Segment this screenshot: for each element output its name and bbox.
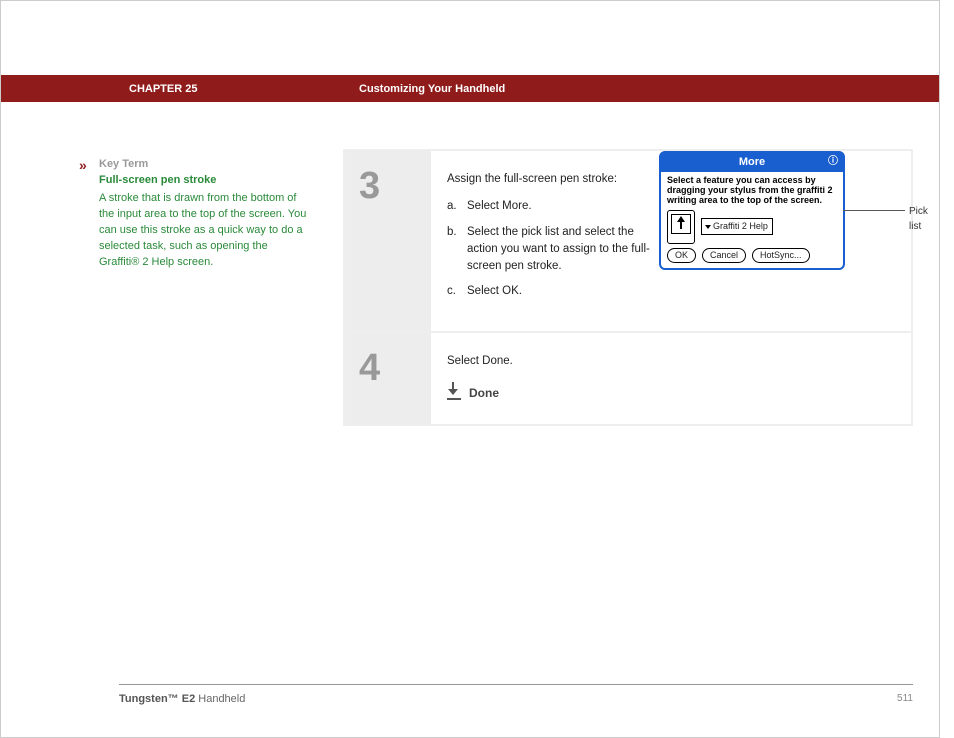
more-dialog: More ⓘ Select a feature you can access b…: [659, 151, 845, 270]
key-term-label: Key Term: [99, 158, 148, 170]
page-footer: Tungsten™ E2 Handheld 511: [119, 693, 913, 705]
dialog-middle-row: Graffiti 2 Help: [667, 210, 837, 244]
callout-line: [843, 210, 905, 211]
done-row: Done: [447, 384, 895, 402]
substep-text: Select the pick list and select the acti…: [467, 224, 657, 276]
substep-marker: b.: [447, 224, 467, 276]
footer-divider: [119, 684, 913, 685]
step-intro: Select Done.: [447, 353, 895, 370]
pen-stroke-picklist[interactable]: Graffiti 2 Help: [701, 218, 773, 236]
substep-text: Select More.: [467, 198, 657, 215]
product-name: Tungsten™ E2 Handheld: [119, 693, 245, 705]
cancel-button[interactable]: Cancel: [702, 248, 746, 264]
substep-marker: c.: [447, 283, 467, 300]
key-term-sidebar: » Key Term Full-screen pen stroke A stro…: [99, 157, 309, 271]
dialog-titlebar: More ⓘ: [661, 153, 843, 172]
step-4: 4 Select Done. Done: [345, 333, 911, 424]
substep-c: c. Select OK.: [447, 283, 895, 300]
step-body: Assign the full-screen pen stroke: a. Se…: [431, 151, 911, 331]
done-arrow-icon: [447, 386, 461, 400]
ok-button[interactable]: OK: [667, 248, 696, 264]
dialog-instruction: Select a feature you can access by dragg…: [667, 175, 837, 206]
steps-container: 3 Assign the full-screen pen stroke: a. …: [343, 149, 913, 426]
dropdown-icon: [705, 225, 711, 229]
chapter-header: CHAPTER 25 Customizing Your Handheld: [1, 75, 939, 102]
product-rest: Handheld: [195, 693, 245, 705]
arrow-up-icon: [677, 216, 685, 222]
info-icon[interactable]: ⓘ: [827, 154, 839, 166]
substep-text: Select OK.: [467, 283, 657, 300]
picklist-callout: Pick list: [909, 204, 928, 234]
substep-marker: a.: [447, 198, 467, 215]
product-bold: Tungsten™ E2: [119, 693, 195, 705]
step-body: Select Done. Done: [431, 333, 911, 424]
chevron-right-icon: »: [79, 155, 87, 175]
page-number: 511: [897, 693, 913, 705]
dialog-body: Select a feature you can access by dragg…: [661, 172, 843, 269]
picklist-value: Graffiti 2 Help: [713, 220, 768, 234]
done-label: Done: [469, 384, 499, 402]
key-term-definition: A stroke that is drawn from the bottom o…: [99, 191, 309, 271]
hotsync-button[interactable]: HotSync...: [752, 248, 810, 264]
step-3: 3 Assign the full-screen pen stroke: a. …: [345, 151, 911, 333]
dialog-title-text: More: [739, 156, 765, 168]
chapter-title: Customizing Your Handheld: [359, 83, 505, 95]
handheld-icon: [667, 210, 695, 244]
dialog-button-row: OK Cancel HotSync...: [667, 248, 837, 264]
step-number: 3: [345, 151, 431, 331]
key-term-name: Full-screen pen stroke: [99, 174, 216, 186]
manual-page: CHAPTER 25 Customizing Your Handheld » K…: [0, 0, 940, 738]
step-number: 4: [345, 333, 431, 424]
chapter-number: CHAPTER 25: [129, 83, 359, 95]
